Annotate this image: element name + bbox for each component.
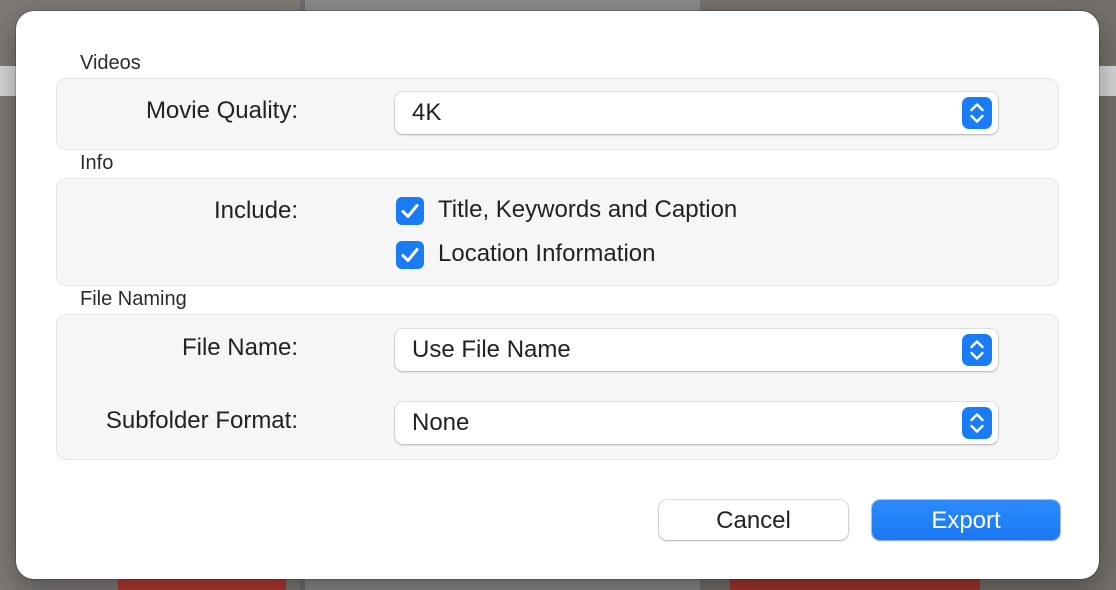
location-information-label: Location Information [438, 240, 656, 267]
checkmark-icon [396, 241, 424, 269]
videos-group: Movie Quality: 4K [56, 78, 1059, 150]
export-options-sheet: Videos Movie Quality: 4K Info Include: T… [16, 11, 1099, 579]
subfolder-format-popup[interactable]: None [395, 402, 998, 444]
section-title-file-naming: File Naming [80, 288, 187, 310]
file-naming-group: File Name: Use File Name Subfolder Forma… [56, 314, 1059, 460]
file-name-popup[interactable]: Use File Name [395, 329, 998, 371]
include-label: Include: [213, 197, 298, 224]
export-button[interactable]: Export [872, 500, 1060, 540]
title-keywords-caption-label: Title, Keywords and Caption [438, 196, 738, 223]
up-down-chevron-icon [962, 97, 992, 129]
file-name-label: File Name: [181, 334, 298, 361]
file-name-value: Use File Name [412, 336, 571, 363]
up-down-chevron-icon [962, 407, 992, 439]
section-title-videos: Videos [80, 52, 141, 74]
subfolder-format-value: None [412, 409, 470, 436]
up-down-chevron-icon [962, 334, 992, 366]
checkmark-icon [396, 197, 424, 225]
info-group: Include: Title, Keywords and Caption Loc… [56, 178, 1059, 286]
cancel-button[interactable]: Cancel [659, 500, 848, 540]
subfolder-format-label: Subfolder Format: [105, 407, 298, 434]
section-title-info: Info [80, 152, 114, 174]
movie-quality-label: Movie Quality: [145, 97, 298, 124]
movie-quality-value: 4K [412, 99, 442, 126]
movie-quality-popup[interactable]: 4K [395, 92, 998, 134]
